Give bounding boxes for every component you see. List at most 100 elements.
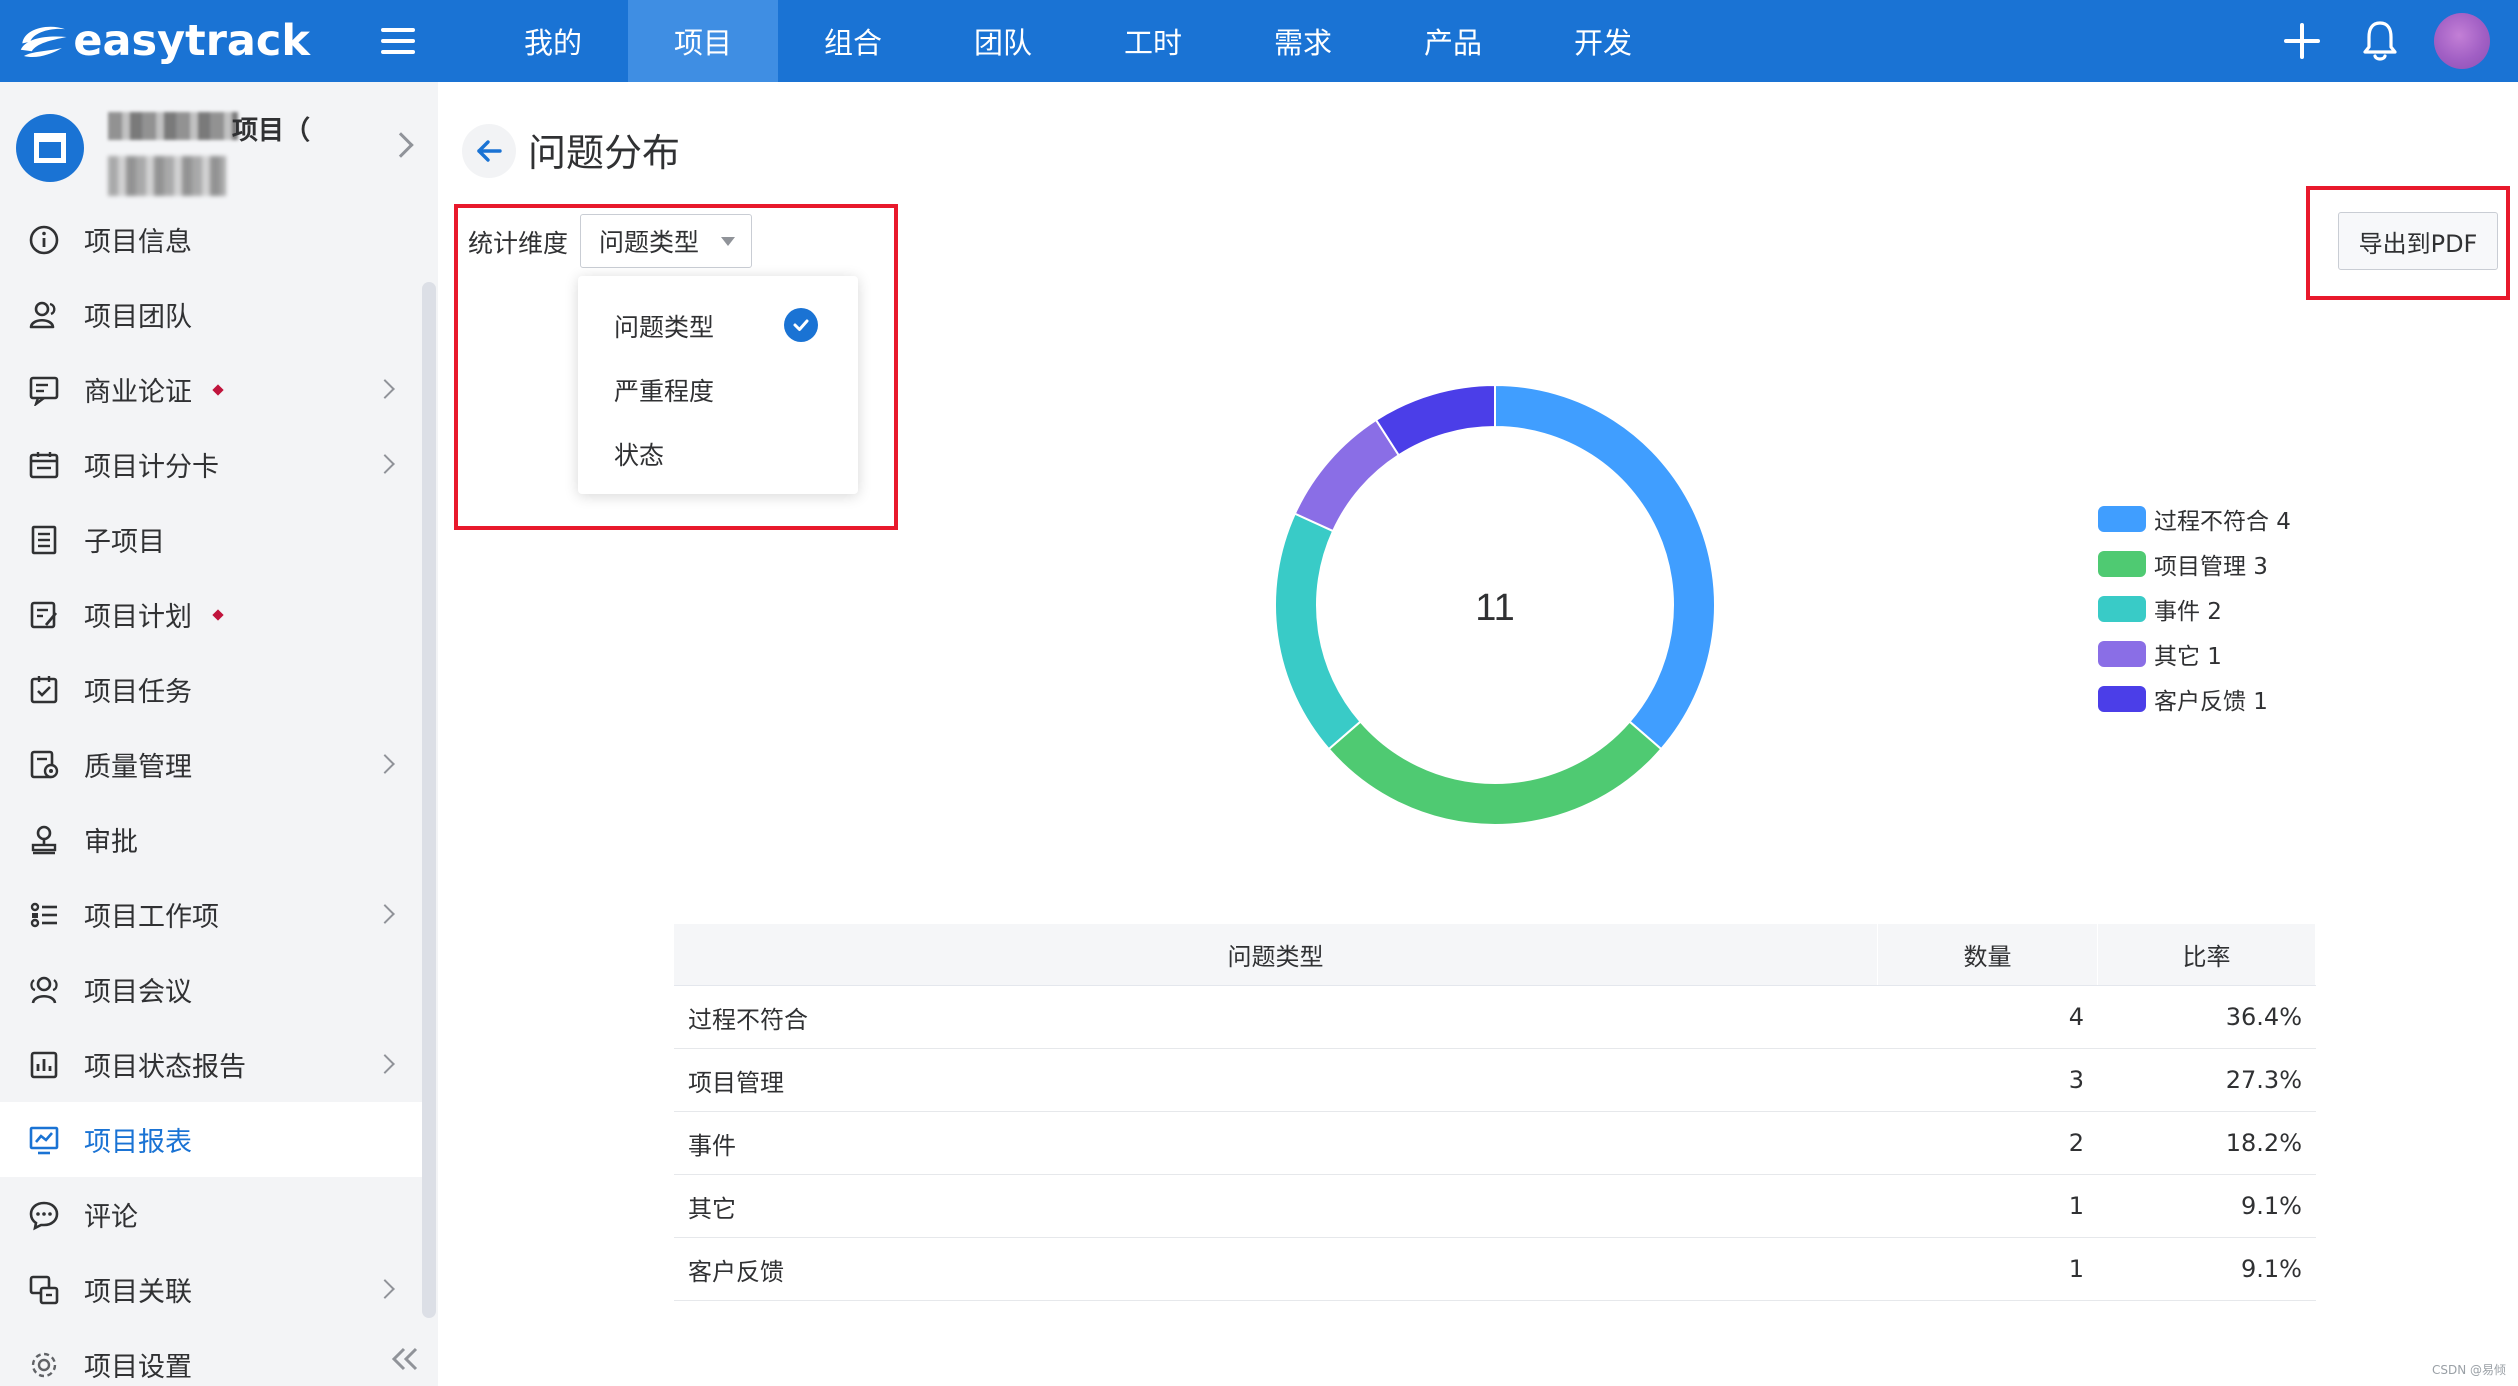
legend-item[interactable]: 客户反馈 1 — [2098, 676, 2291, 721]
easytrack-logo[interactable]: easytrack — [0, 0, 310, 82]
nav-item-product[interactable]: 产品 — [1378, 0, 1528, 82]
sidebar-item-comments[interactable]: 评论 — [0, 1177, 424, 1252]
sidebar-item-label: 项目信息 — [84, 227, 192, 258]
work-item-icon — [30, 902, 57, 927]
sidebar-item-subproject[interactable]: 子项目 — [0, 502, 424, 577]
sidebar-item-status-report[interactable]: 项目状态报告 — [0, 1027, 424, 1102]
sidebar-item-project-links[interactable]: 项目关联 — [0, 1252, 424, 1327]
cell-ratio: 18.2% — [2225, 1129, 2302, 1157]
comment-icon — [29, 1201, 59, 1230]
legend-item[interactable]: 项目管理 3 — [2098, 541, 2291, 586]
nav-item-mine[interactable]: 我的 — [478, 0, 628, 82]
chevron-right-icon[interactable] — [388, 132, 414, 158]
donut-slice-3[interactable] — [1293, 418, 1401, 533]
donut-slice-0[interactable] — [1494, 383, 1716, 751]
highlight-box-dimension — [454, 204, 898, 530]
cell-issue-type: 其它 — [688, 1194, 736, 1223]
sidebar-item-project-team[interactable]: 项目团队 — [0, 277, 424, 352]
table-row: 客户反馈 1 9.1% — [674, 1238, 2316, 1301]
user-avatar[interactable] — [2434, 13, 2490, 69]
chevron-right-icon — [375, 754, 395, 774]
sidebar-item-work-items[interactable]: 项目工作项 — [0, 877, 424, 952]
sidebar-item-label: 项目设置 — [84, 1352, 192, 1383]
sidebar-item-project-settings[interactable]: 项目设置 — [0, 1327, 424, 1386]
sidebar-item-project-info[interactable]: 项目信息 — [0, 202, 424, 277]
sidebar-item-label: 评论 — [84, 1202, 138, 1233]
donut-slice-4[interactable] — [1374, 383, 1496, 457]
legend-swatch — [2098, 685, 2146, 712]
column-header-ratio[interactable]: 比率 — [2098, 924, 2316, 985]
donut-slice-1[interactable] — [1327, 720, 1663, 826]
watermark: CSDN @易倾 — [2431, 1363, 2506, 1377]
sidebar-item-project-report[interactable]: 项目报表 — [0, 1102, 424, 1177]
page-title: 问题分布 — [528, 131, 681, 175]
bell-icon[interactable] — [2360, 19, 2400, 63]
nav-item-development[interactable]: 开发 — [1528, 0, 1678, 82]
chevron-right-icon — [375, 1279, 395, 1299]
business-case-icon — [29, 376, 59, 406]
nav-item-project[interactable]: 项目 — [628, 0, 778, 82]
new-indicator-dot — [212, 383, 224, 396]
cell-count: 1 — [2068, 1192, 2084, 1220]
sidebar-scrollbar[interactable] — [422, 282, 436, 1318]
sidebar-item-quality[interactable]: 质量管理 — [0, 727, 424, 802]
sidebar-item-scorecard[interactable]: 项目计分卡 — [0, 427, 424, 502]
cell-count: 4 — [2068, 1003, 2084, 1031]
top-navigation-bar: easytrack 我的 项目 组合 团队 工时 需求 产品 开发 — [0, 0, 2518, 82]
donut-slice-2[interactable] — [1274, 512, 1362, 751]
nav-item-timesheet[interactable]: 工时 — [1078, 0, 1228, 82]
sidebar-item-project-plan[interactable]: 项目计划 — [0, 577, 424, 652]
info-icon — [29, 225, 59, 254]
donut-center-total: 11 — [1475, 587, 1514, 629]
sidebar-item-label: 审批 — [84, 827, 138, 858]
table-row: 事件 2 18.2% — [674, 1112, 2316, 1175]
settings-gear-icon — [31, 1352, 57, 1377]
nav-item-portfolio[interactable]: 组合 — [778, 0, 928, 82]
cell-ratio: 9.1% — [2241, 1192, 2302, 1220]
chevron-right-icon — [375, 454, 395, 474]
column-header-count[interactable]: 数量 — [1878, 924, 2098, 985]
plan-icon — [30, 601, 58, 628]
quality-icon — [30, 750, 59, 778]
nav-item-requirements[interactable]: 需求 — [1228, 0, 1378, 82]
task-icon — [30, 675, 58, 703]
sidebar-item-meeting[interactable]: 项目会议 — [0, 952, 424, 1027]
column-header-issue-type[interactable]: 问题类型 — [674, 924, 1878, 985]
project-sidebar: 项目（ 项目信息 项目团队 商业论证 项目计分卡 子项目 项目计划 项目任务 质… — [0, 82, 438, 1386]
sidebar-item-label: 项目计划 — [84, 602, 192, 633]
project-header[interactable]: 项目（ — [0, 82, 438, 202]
issue-distribution-table: 问题类型 数量 比率 过程不符合 4 36.4% 项目管理 3 27.3% 事件… — [674, 924, 2316, 1301]
nav-item-team[interactable]: 团队 — [928, 0, 1078, 82]
meeting-icon — [30, 976, 58, 1003]
legend-label: 事件 2 — [2154, 598, 2222, 625]
new-indicator-dot — [212, 608, 224, 621]
table-row: 过程不符合 4 36.4% — [674, 986, 2316, 1049]
legend-item[interactable]: 事件 2 — [2098, 586, 2291, 631]
project-name-redacted — [108, 112, 238, 140]
chevron-right-icon — [375, 904, 395, 924]
collapse-sidebar-icon[interactable] — [384, 1344, 424, 1374]
cell-issue-type: 过程不符合 — [688, 1005, 808, 1034]
main-nav: 我的 项目 组合 团队 工时 需求 产品 开发 — [478, 0, 1678, 82]
sidebar-item-approval[interactable]: 审批 — [0, 802, 424, 877]
table-row: 其它 1 9.1% — [674, 1175, 2316, 1238]
plus-icon[interactable] — [2284, 23, 2320, 59]
sidebar-item-label: 项目会议 — [84, 977, 192, 1008]
legend-swatch — [2098, 550, 2146, 577]
sidebar-item-label: 项目关联 — [84, 1277, 192, 1308]
legend-label: 客户反馈 1 — [2154, 688, 2268, 715]
sidebar-menu: 项目信息 项目团队 商业论证 项目计分卡 子项目 项目计划 项目任务 质量管理 … — [0, 202, 424, 1386]
issue-distribution-donut-chart: 11 — [1274, 383, 1716, 826]
sidebar-item-label: 项目任务 — [84, 677, 192, 708]
sidebar-item-label: 项目团队 — [84, 302, 192, 333]
legend-item[interactable]: 其它 1 — [2098, 631, 2291, 676]
cell-ratio: 27.3% — [2225, 1066, 2302, 1094]
sidebar-item-business-case[interactable]: 商业论证 — [0, 352, 424, 427]
back-button[interactable] — [462, 124, 516, 178]
project-name-label: 项目（ — [232, 116, 311, 146]
legend-item[interactable]: 过程不符合 4 — [2098, 496, 2291, 541]
sidebar-item-project-task[interactable]: 项目任务 — [0, 652, 424, 727]
menu-toggle-icon[interactable] — [368, 0, 428, 82]
top-right-actions — [2284, 0, 2518, 82]
export-pdf-button[interactable]: 导出到PDF — [2338, 212, 2498, 270]
